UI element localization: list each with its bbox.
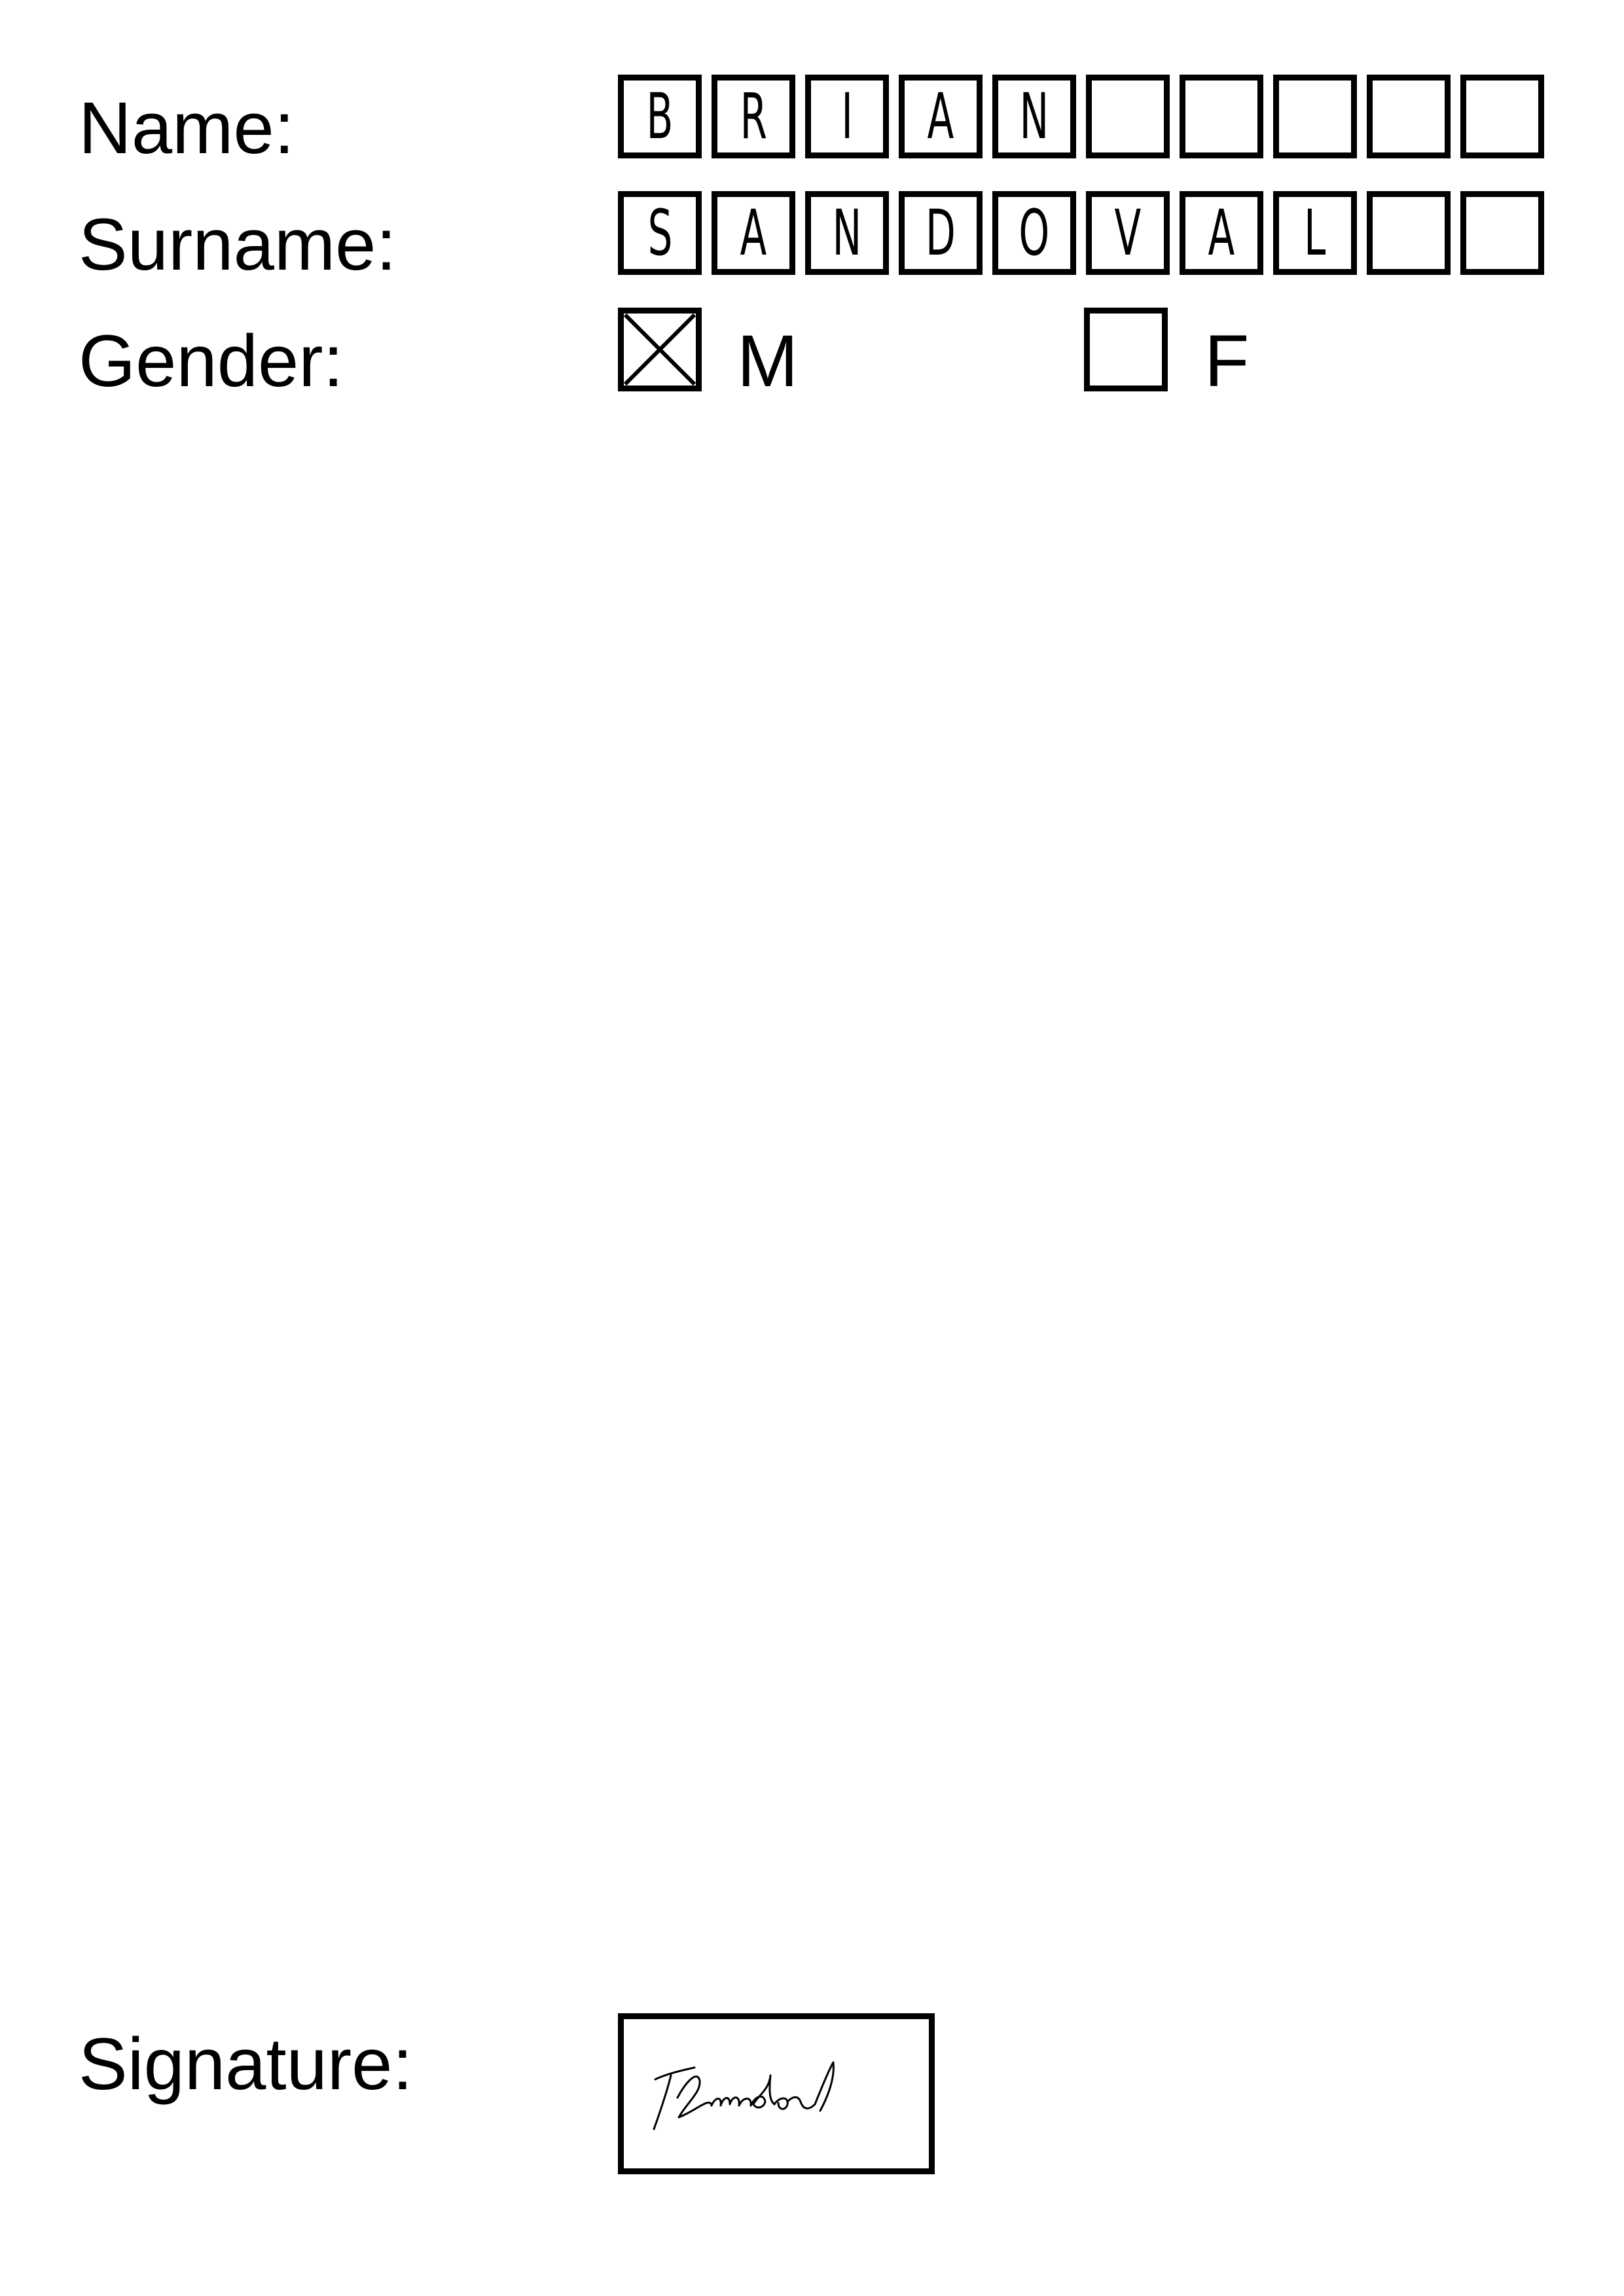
surname-char: V bbox=[1114, 196, 1142, 270]
surname-char-box[interactable]: A bbox=[1180, 191, 1263, 275]
surname-label: Surname: bbox=[79, 204, 397, 285]
name-char: A bbox=[927, 80, 954, 153]
surname-char-box[interactable]: O bbox=[992, 191, 1076, 275]
surname-char-box[interactable]: N bbox=[805, 191, 889, 275]
surname-char-box[interactable] bbox=[1460, 191, 1544, 275]
check-x-icon bbox=[624, 314, 696, 386]
name-char: B bbox=[646, 80, 674, 153]
surname-char-box[interactable]: D bbox=[899, 191, 983, 275]
surname-char-box[interactable] bbox=[1367, 191, 1451, 275]
name-char-box[interactable] bbox=[1460, 75, 1544, 158]
signature-drawing bbox=[653, 2061, 835, 2130]
name-label: Name: bbox=[79, 87, 295, 169]
name-char: R bbox=[740, 80, 767, 153]
surname-char-box[interactable]: L bbox=[1273, 191, 1357, 275]
surname-char-box[interactable]: S bbox=[618, 191, 702, 275]
name-char-box[interactable]: I bbox=[805, 75, 889, 158]
gender-label: Gender: bbox=[79, 320, 344, 402]
name-char-box[interactable]: R bbox=[712, 75, 795, 158]
surname-char-box[interactable]: A bbox=[712, 191, 795, 275]
name-char-box[interactable] bbox=[1086, 75, 1170, 158]
surname-char-box[interactable]: V bbox=[1086, 191, 1170, 275]
name-char: N bbox=[1019, 80, 1049, 153]
surname-char: L bbox=[1304, 196, 1326, 270]
name-char-box[interactable]: B bbox=[618, 75, 702, 158]
name-char-box[interactable]: A bbox=[899, 75, 983, 158]
surname-char: N bbox=[832, 196, 862, 270]
name-char: I bbox=[841, 80, 853, 153]
surname-char: A bbox=[1208, 196, 1235, 270]
name-char-box[interactable]: N bbox=[992, 75, 1076, 158]
gender-f-checkbox[interactable] bbox=[1084, 308, 1168, 391]
gender-m-label: M bbox=[737, 320, 799, 402]
signature-box[interactable] bbox=[618, 2013, 935, 2174]
signature-label: Signature: bbox=[79, 2023, 413, 2105]
name-char-box[interactable] bbox=[1273, 75, 1357, 158]
gender-f-label: F bbox=[1204, 320, 1250, 402]
gender-m-checkbox[interactable] bbox=[618, 308, 702, 391]
surname-char: S bbox=[647, 196, 672, 270]
name-char-box[interactable] bbox=[1180, 75, 1263, 158]
name-char-box[interactable] bbox=[1367, 75, 1451, 158]
surname-char: A bbox=[740, 196, 767, 270]
surname-char: O bbox=[1019, 196, 1050, 270]
surname-char: D bbox=[926, 196, 956, 270]
